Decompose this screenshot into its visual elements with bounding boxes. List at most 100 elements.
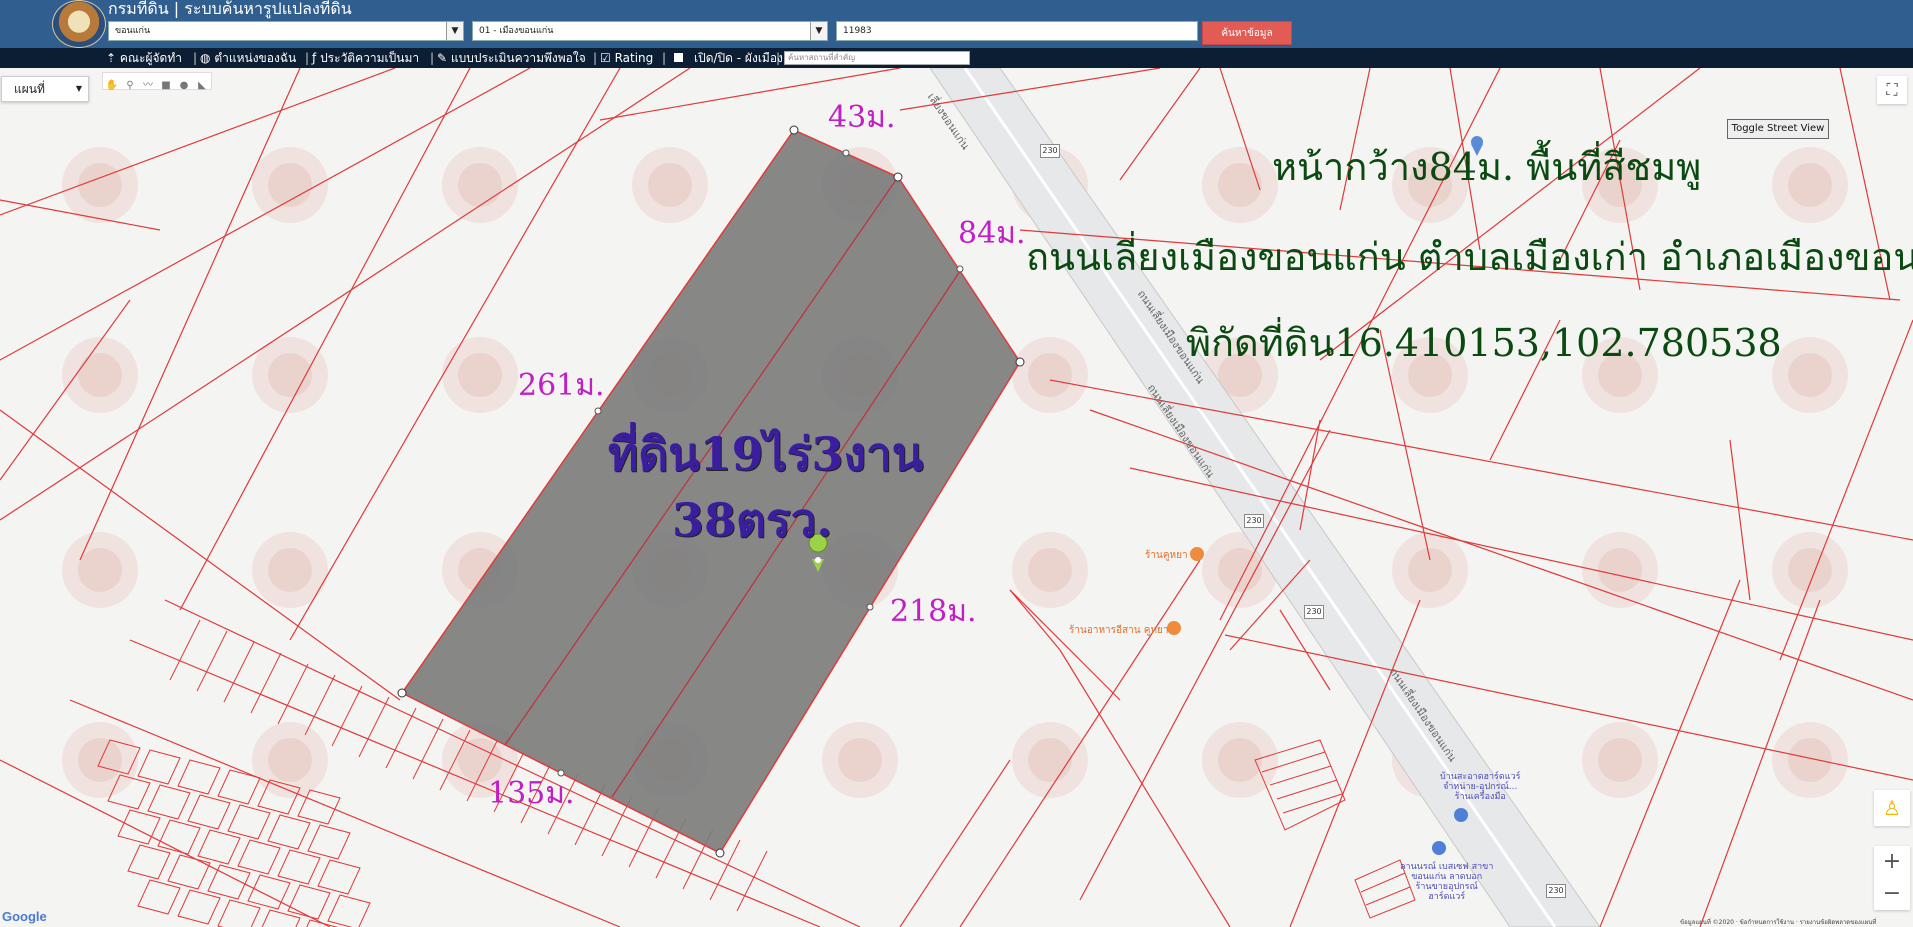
divider: | [305,51,310,65]
poi-label-line: ลานนรณ์ เบสเซฟ สาขา [1400,862,1494,872]
coordinates-label: พิกัดที่ดิน16.410153,102.780538 [1186,321,1782,365]
divider: | [193,51,198,65]
top-toolbar: ⇡ คณะผู้จัดทำ | ◍ ตำแหน่งของฉัน | ƒ ประว… [0,48,1913,68]
map-type-select[interactable]: แผนที่ ▼ [1,76,89,102]
poi-label-line: ร้านเครื่องมือ [1454,792,1506,802]
chevron-down-icon: ▼ [810,22,827,40]
watermark-seal [62,337,138,413]
poi-label-line: ร้านขายอุปกรณ์ [1415,882,1478,892]
place-search-placeholder: ค้นหาสถานที่สำคัญ [788,53,856,62]
route-shield: 230 [1304,605,1324,619]
place-search-input[interactable]: ค้นหาสถานที่สำคัญ [784,51,970,65]
province-select[interactable]: ขอนแก่น ▼ [108,21,464,41]
watermark-seal [252,337,328,413]
watermark-seal [1772,722,1848,798]
drawing-toolbar: ✋ ⚲ 〰 ■ ● ◣ [102,72,212,93]
search-button[interactable]: ค้นหาข้อมูล [1202,21,1292,45]
province-select-value: ขอนแก่น [115,26,151,36]
chevron-down-icon: ▼ [75,84,82,93]
city-plan-toggle-label: เปิด/ปิด - ผังเมือง [694,51,783,65]
watermark-seal [1012,532,1088,608]
polyline-icon[interactable]: 〰 [141,79,155,93]
frontage-label: หน้ากว้าง84ม. พื้นที่สีชมพู [1272,145,1702,189]
my-location-label: ตำแหน่งของฉัน [214,51,297,65]
watermark-seal [1582,722,1658,798]
poi-label: บ้านสะอาดฮาร์ดแวร์ จำหน่าย-อุปกรณ์... ร้… [1440,772,1520,802]
app-title: กรมที่ดิน | ระบบค้นหารูปแปลงที่ดิน [108,0,352,18]
dimension-left-label: 261ม. [518,368,605,403]
rating-link[interactable]: ☑ Rating [600,50,653,66]
watermark-seal [62,147,138,223]
watermark-seal [62,722,138,798]
watermark-seal [442,147,518,223]
chevron-down-icon: ▼ [446,22,463,40]
zoom-in-button[interactable]: + [1874,846,1910,878]
divider: | [593,51,598,65]
address-label: ถนนเลี่ยงเมืองขอนแก่น ตำบลเมืองเก่า อำเภ… [1026,235,1913,279]
globe-icon: ◍ [200,51,211,65]
polygon-icon[interactable]: ◣ [195,79,209,93]
area-label-line2: 38ตรว. [672,493,833,547]
watermark-seal [1202,147,1278,223]
poi-label: ลานนรณ์ เบสเซฟ สาขา ขอนแก่น ลาดบอก ร้านข… [1400,862,1493,902]
history-label: ประวัติความเป็นมา [320,51,420,65]
city-plan-checkbox[interactable] [674,53,683,62]
route-shield: 230 [1244,514,1264,528]
dimension-top-label: 43ม. [828,100,896,135]
dimension-right-label: 218ม. [890,594,977,629]
watermark-seal [252,722,328,798]
google-logo: Google [2,909,47,924]
poi-label: ร้านคูหยา [1145,550,1188,561]
map-canvas[interactable]: เลี่ยงขอนแก่น ถนนเลี่ยงเมืองขอนแก่น ถนนเ… [0,68,1913,927]
parcel-number-value: 11983 [843,26,872,36]
my-location-link[interactable]: ◍ ตำแหน่งของฉัน [200,50,296,66]
hand-icon[interactable]: ✋ [105,79,119,93]
watermark-seal [1772,337,1848,413]
poi-label-line: ขอนแก่น ลาดบอก [1411,872,1483,882]
poi-label-line: จำหน่าย-อุปกรณ์... [1443,782,1518,792]
watermark-seal [822,722,898,798]
watermark-seal [1772,147,1848,223]
dimension-upper-right-label: 84ม. [958,216,1026,251]
district-select-value: 01 - เมืองขอนแก่น [479,26,554,36]
watermark-seal [442,337,518,413]
watermark-seal [1392,532,1468,608]
rating-label: Rating [614,51,654,65]
watermark-seal [1012,337,1088,413]
torch-icon: ƒ [312,51,317,65]
history-link[interactable]: ƒ ประวัติความเป็นมา [312,50,419,66]
watermark-seal [1012,722,1088,798]
zoom-out-button[interactable]: − [1874,878,1910,910]
poi-label: ร้านอาหารอีสาน คูหยา [1069,625,1169,636]
circle-icon[interactable]: ● [177,79,191,93]
marker-icon[interactable]: ⚲ [123,79,137,93]
header-bar: กรมที่ดิน | ระบบค้นหารูปแปลงที่ดิน ขอนแก… [0,0,1913,48]
route-shield: 230 [1040,144,1060,158]
divider: | [662,51,667,65]
dimension-bottom-label: 135ม. [488,776,575,811]
survey-link[interactable]: ✎ แบบประเมินความพึงพอใจ [437,50,586,66]
poi-label-line: บ้านสะอาดฮาร์ดแวร์ [1440,772,1521,782]
poi-label-line: ฮาร์ดแวร์ [1428,892,1466,902]
chart-icon: ☑ [600,51,611,65]
committee-label: คณะผู้จัดทำ [119,51,182,65]
district-select[interactable]: 01 - เมืองขอนแก่น ▼ [472,21,828,41]
fullscreen-icon[interactable]: ⛶ [1877,76,1907,104]
map-attribution[interactable]: ข้อมูลแผนที่ ©2020 · ข้อกำหนดการใช้งาน ·… [1680,917,1876,927]
survey-label: แบบประเมินความพึงพอใจ [450,51,586,65]
parcel-number-input[interactable]: 11983 [836,21,1198,41]
watermark-seal [1772,532,1848,608]
map-type-value: แผนที่ [14,82,45,96]
person-icon: ⇡ [106,51,117,65]
divider: | [430,51,435,65]
toggle-street-view-button[interactable]: Toggle Street View [1727,119,1829,139]
watermark-seal [252,532,328,608]
committee-link[interactable]: ⇡ คณะผู้จัดทำ [106,50,182,66]
pegman-icon[interactable]: ♙ [1874,790,1910,826]
department-logo [52,0,106,48]
watermark-seal [632,147,708,223]
rectangle-icon[interactable]: ■ [159,79,173,93]
divider: | [776,51,781,65]
route-shield: 230 [1546,884,1566,898]
edit-icon: ✎ [437,51,448,65]
